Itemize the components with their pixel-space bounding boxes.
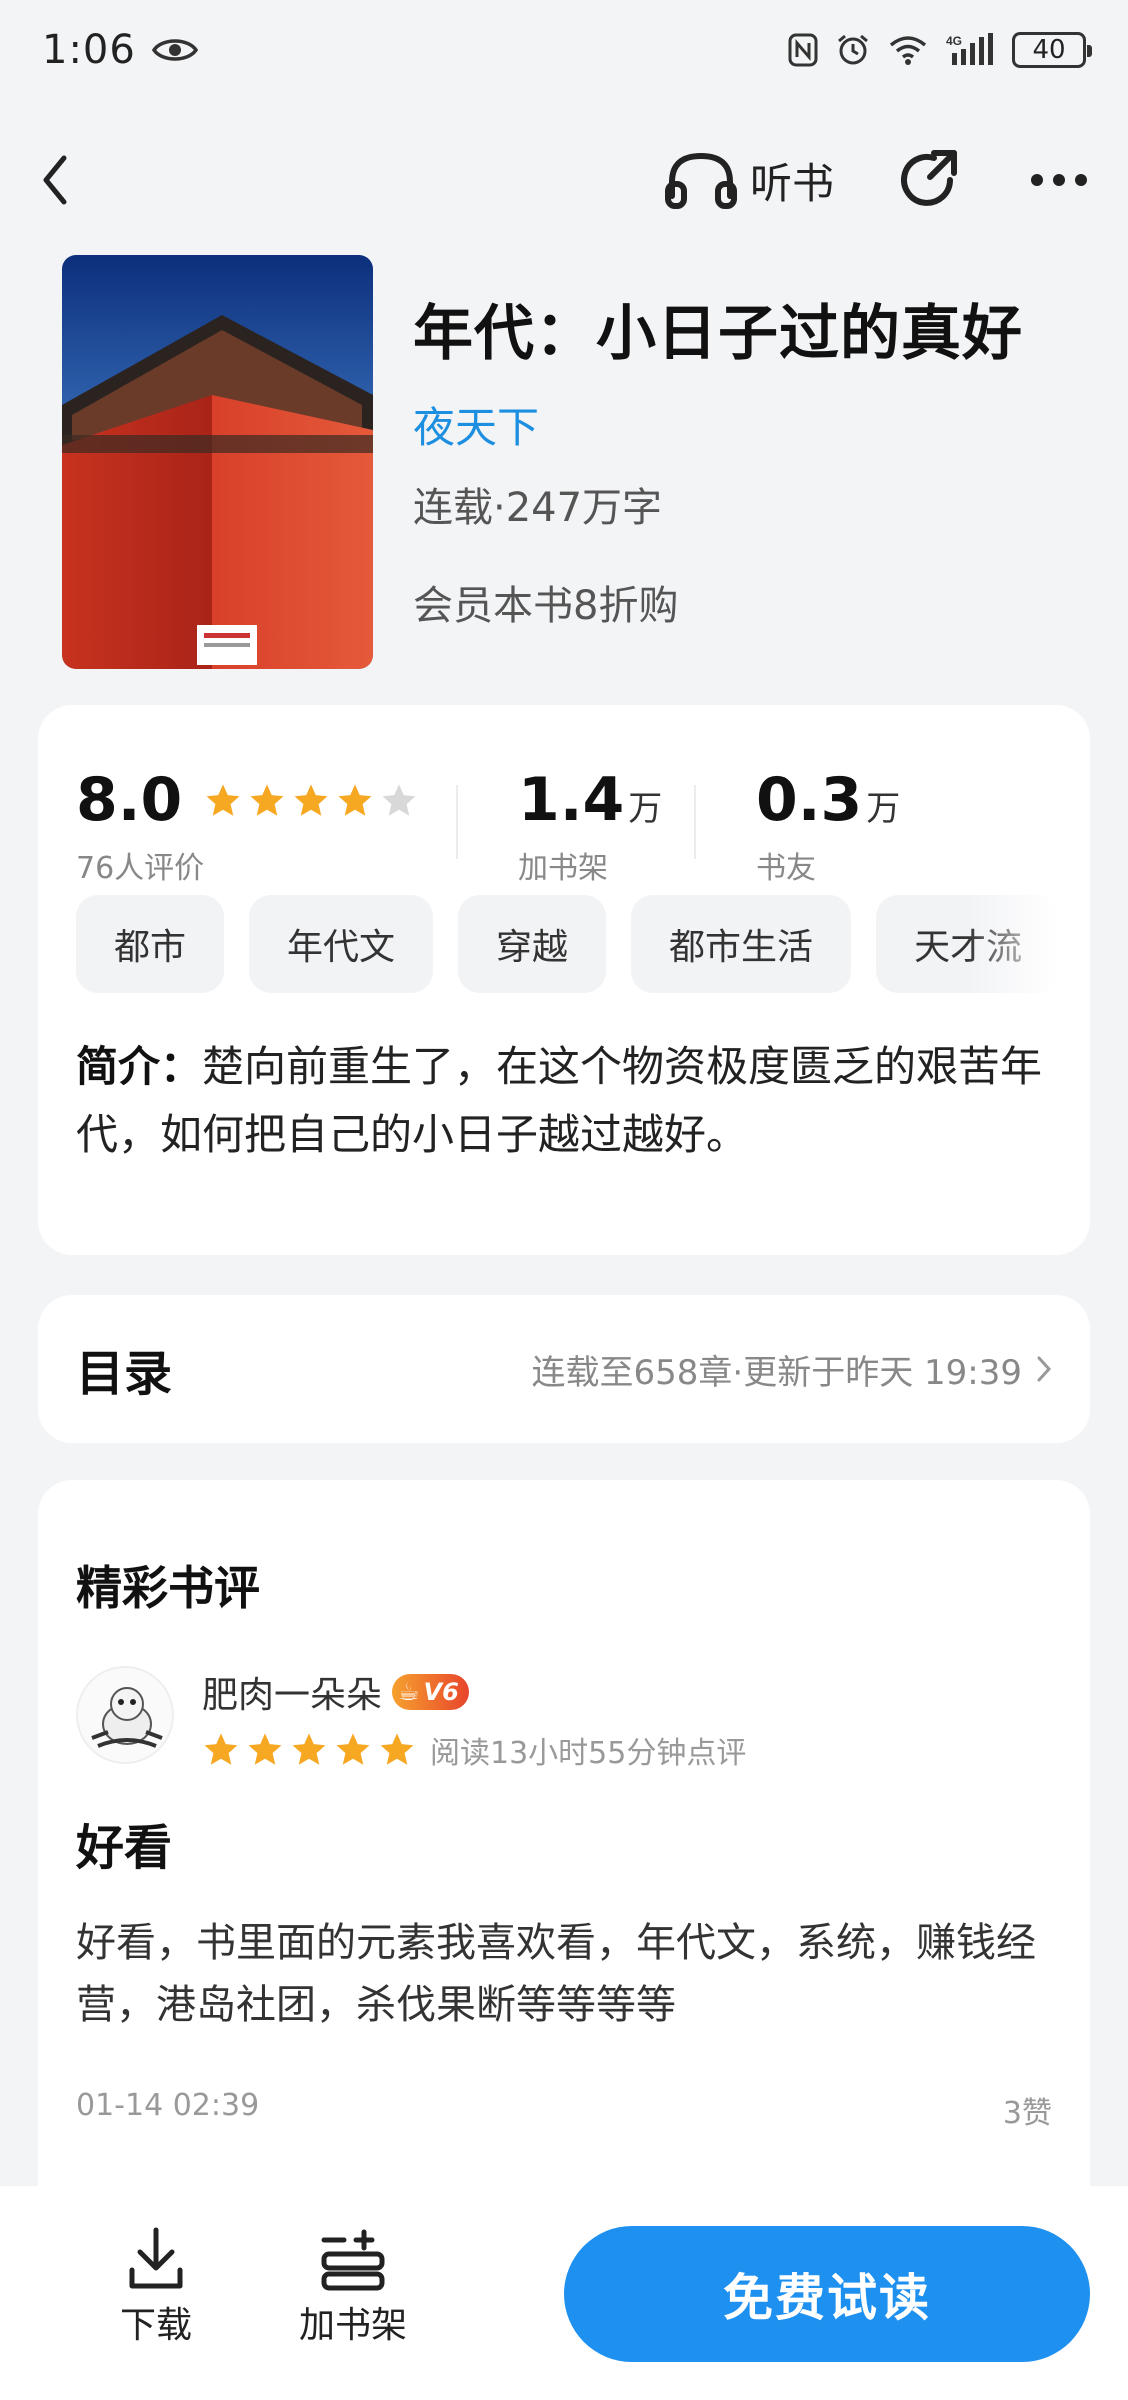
- avatar[interactable]: [76, 1666, 174, 1764]
- tag-list: 都市 年代文 穿越 都市生活 天才流: [38, 895, 1090, 995]
- rating-count: 76人评价: [76, 851, 205, 886]
- book-summary-card: 8.0 76人评价 1.4 万 加书架 0.3 万 书友 都市 年代文 穿越 都…: [38, 705, 1090, 1255]
- more-options-icon[interactable]: [1030, 173, 1088, 187]
- book-header: 年代：小日子过的真好 夜天下 连载·247万字 会员本书8折购: [62, 255, 1072, 670]
- tag-chip[interactable]: 都市: [76, 895, 225, 993]
- wifi-icon: [889, 36, 927, 65]
- book-intro[interactable]: 简介：楚向前重生了，在这个物资极度匮乏的艰苦年代，如何把自己的小日子越过越好。: [38, 995, 1090, 1169]
- review-item[interactable]: 肥肉一朵朵 ☕ V6 阅读13小时55分钟点评 好看 好看，书里面的元素我喜欢看，…: [38, 1666, 1090, 2132]
- star-icon: [382, 784, 416, 816]
- battery-indicator: 40: [1012, 32, 1092, 68]
- download-icon: [129, 2227, 183, 2289]
- rating-stars: [204, 782, 418, 820]
- star-icon: [338, 784, 372, 816]
- add-shelf-label: 加书架: [298, 2305, 407, 2346]
- add-shelf-icon: [321, 2229, 385, 2291]
- star-icon: [380, 1733, 414, 1765]
- star-icon: [292, 1733, 326, 1765]
- like-count[interactable]: 3赞: [1003, 2088, 1052, 2132]
- vip-discount[interactable]: 会员本书8折购: [413, 573, 1023, 631]
- shelf-unit: 万: [628, 789, 663, 829]
- status-bar: 1:06 4G 40: [0, 0, 1128, 100]
- tag-chip[interactable]: 年代文: [249, 895, 434, 993]
- star-icon: [204, 1733, 238, 1765]
- chevron-right-icon: [1037, 1356, 1052, 1382]
- listen-label: 听书: [749, 158, 834, 208]
- cover-image: [62, 255, 373, 669]
- eye-icon: [151, 39, 198, 61]
- listen-button[interactable]: 听书: [664, 150, 834, 211]
- shelf-stat: 1.4 万 加书架: [458, 765, 694, 895]
- intro-label: 简介：: [76, 1042, 203, 1091]
- download-label: 下载: [119, 2305, 192, 2346]
- friends-unit: 万: [866, 789, 901, 829]
- level-badge: ☕ V6: [392, 1674, 469, 1710]
- star-icon: [294, 784, 328, 816]
- review-stars: [202, 1731, 416, 1769]
- reviews-title: 精彩书评: [76, 1561, 260, 1615]
- friends-label: 书友: [756, 851, 816, 886]
- top-nav: 听书: [0, 120, 1128, 240]
- friends-count: 0.3: [756, 765, 863, 835]
- toc-update-info: 连载至658章·更新于昨天 19:39: [531, 1352, 1023, 1393]
- rating-stat[interactable]: 8.0 76人评价: [76, 765, 456, 895]
- star-icon: [248, 1733, 282, 1765]
- intro-text: 楚向前重生了，在这个物资极度匮乏的艰苦年代，如何把自己的小日子越过越好。: [76, 1042, 1043, 1159]
- friends-stat: 0.3 万 书友: [696, 765, 936, 895]
- review-date: 01-14 02:39: [76, 2088, 260, 2123]
- book-cover[interactable]: [62, 255, 373, 669]
- review-body: 好看，书里面的元素我喜欢看，年代文，系统，赚钱经营，港岛社团，杀伐果断等等等等: [76, 1920, 1036, 2028]
- headphones-icon: [664, 152, 737, 209]
- back-button[interactable]: [40, 150, 90, 210]
- status-time: 1:06: [42, 27, 136, 73]
- add-to-shelf-button[interactable]: 加书架: [288, 2226, 418, 2348]
- cup-icon: ☕: [398, 1678, 420, 1706]
- bottom-action-bar: 下载 加书架 免费试读: [0, 2186, 1128, 2400]
- star-icon: [206, 784, 240, 816]
- tag-chip[interactable]: 都市生活: [631, 895, 852, 993]
- shelf-count: 1.4: [518, 765, 625, 835]
- table-of-contents-row[interactable]: 目录 连载至658章·更新于昨天 19:39: [38, 1295, 1090, 1443]
- book-author-link[interactable]: 夜天下: [413, 394, 1023, 455]
- status-icons: 4G 40: [788, 32, 1092, 68]
- nfc-icon: [788, 33, 818, 67]
- download-button[interactable]: 下载: [101, 2226, 211, 2348]
- share-icon[interactable]: [894, 147, 960, 213]
- star-icon: [250, 784, 284, 816]
- tag-chip[interactable]: 天才流: [876, 895, 1061, 993]
- svg-text:4G: 4G: [946, 34, 962, 48]
- signal-icon: 4G: [946, 33, 993, 65]
- tag-chip[interactable]: 穿越: [458, 895, 607, 993]
- free-read-button[interactable]: 免费试读: [564, 2226, 1090, 2362]
- review-title: 好看: [76, 1820, 173, 1876]
- rating-score: 8.0: [76, 765, 183, 835]
- star-icon: [336, 1733, 370, 1765]
- alarm-icon: [838, 34, 868, 65]
- back-arrow-icon: [43, 155, 67, 205]
- toc-title: 目录: [76, 1346, 173, 1402]
- shelf-label: 加书架: [518, 851, 608, 886]
- book-meta: 连载·247万字: [413, 485, 663, 531]
- read-time: 阅读13小时55分钟点评: [430, 1736, 747, 1771]
- reviewer-name[interactable]: 肥肉一朵朵: [202, 1666, 382, 1718]
- book-title: 年代：小日子过的真好: [413, 299, 1023, 369]
